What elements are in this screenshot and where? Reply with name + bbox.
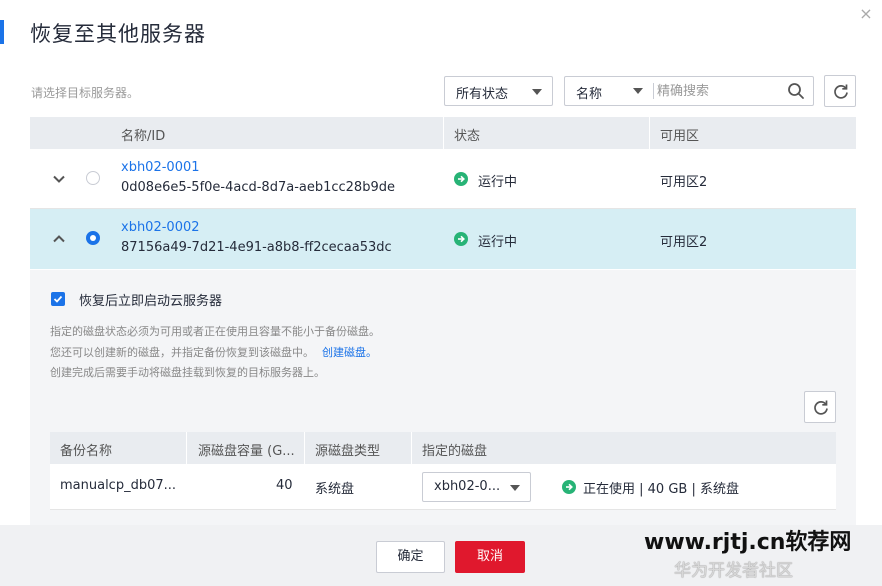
column-divider: [443, 117, 444, 149]
chevron-up-icon[interactable]: [52, 232, 66, 246]
caret-down-icon: [532, 89, 542, 95]
in-use-status-icon: [562, 480, 576, 494]
search-field-select[interactable]: 名称: [565, 77, 653, 105]
server-id: 87156a49-7d21-4e91-a8b8-ff2cecaa53dc: [121, 240, 392, 255]
column-header-target-disk: 指定的磁盘: [422, 444, 488, 459]
refresh-icon: [834, 84, 848, 99]
search-input[interactable]: [657, 78, 777, 104]
column-header-disk-type: 源磁盘类型: [315, 444, 381, 459]
confirm-button[interactable]: 确定: [376, 541, 445, 573]
backup-name: manualcp_db07...: [60, 478, 177, 493]
disk-table: 备份名称 源磁盘容量 (G... 源磁盘类型 指定的磁盘 manualcp_db…: [50, 432, 836, 510]
watermark-weibo: 华为开发者社区: [674, 561, 793, 581]
refresh-servers-button[interactable]: [824, 75, 856, 107]
restore-note-2-wrapper: 您还可以创建新的磁盘，并指定备份恢复到该磁盘中。 创建磁盘。: [50, 344, 377, 360]
check-icon: [53, 295, 63, 303]
caret-down-icon: [633, 88, 643, 94]
column-divider: [649, 117, 650, 149]
server-radio-checked[interactable]: [86, 231, 100, 245]
server-zone: 可用区2: [660, 175, 708, 190]
restore-note-3: 创建完成后需要手动将磁盘挂载到恢复的目标服务器上。: [50, 366, 325, 379]
server-name-link[interactable]: xbh02-0001: [121, 160, 200, 175]
status-filter-select[interactable]: 所有状态: [444, 76, 553, 106]
column-header-status: 状态: [454, 129, 481, 144]
source-disk-type: 系统盘: [315, 482, 355, 497]
server-status: 运行中: [478, 235, 518, 250]
target-disk-select[interactable]: xbh02-0...: [422, 472, 531, 502]
disk-table-header: 备份名称 源磁盘容量 (G... 源磁盘类型 指定的磁盘: [50, 432, 836, 464]
server-id: 0d08e6e5-5f0e-4acd-8d7a-aeb1cc28b9de: [121, 180, 395, 195]
target-disk-status: 正在使用 | 40 GB | 系统盘: [583, 482, 739, 497]
restore-note-1: 指定的磁盘状态必须为可用或者正在使用且容量不能小于备份磁盘。: [50, 325, 380, 338]
source-capacity: 40: [276, 478, 293, 493]
select-server-hint: 请选择目标服务器。: [31, 86, 140, 100]
server-name-link[interactable]: xbh02-0002: [121, 220, 200, 235]
caret-down-icon: [510, 485, 520, 491]
table-row-selected[interactable]: xbh02-0002 87156a49-7d21-4e91-a8b8-ff2ce…: [30, 209, 856, 269]
search-field-value: 名称: [576, 87, 603, 102]
search-icon[interactable]: [787, 82, 805, 100]
watermark-url: www.rjtj.cn软荐网: [644, 530, 852, 555]
start-after-restore-label: 恢复后立即启动云服务器: [79, 294, 223, 309]
restore-dialog: 恢复至其他服务器 × 请选择目标服务器。 所有状态 名称 名称/ID 状态 可用…: [0, 0, 882, 586]
running-status-icon: [454, 232, 468, 246]
server-zone: 可用区2: [660, 235, 708, 250]
status-filter-value: 所有状态: [456, 87, 509, 102]
dialog-title: 恢复至其他服务器: [30, 22, 206, 46]
running-status-icon: [454, 172, 468, 186]
close-icon[interactable]: ×: [858, 6, 874, 22]
cancel-button[interactable]: 取消: [455, 541, 525, 573]
column-divider: [411, 432, 412, 464]
refresh-disks-button[interactable]: [804, 391, 836, 423]
server-status: 运行中: [478, 175, 518, 190]
server-table-header: 名称/ID 状态 可用区: [30, 117, 856, 149]
refresh-icon: [814, 400, 828, 415]
chevron-down-icon[interactable]: [52, 172, 66, 186]
search-group: 名称: [564, 76, 814, 106]
search-divider: [653, 83, 654, 99]
target-disk-value: xbh02-0...: [434, 479, 501, 494]
start-after-restore-checkbox[interactable]: [51, 292, 65, 306]
create-disk-link[interactable]: 创建磁盘。: [322, 346, 377, 359]
restore-note-2: 您还可以创建新的磁盘，并指定备份恢复到该磁盘中。: [50, 346, 314, 359]
column-divider: [304, 432, 305, 464]
table-row[interactable]: xbh02-0001 0d08e6e5-5f0e-4acd-8d7a-aeb1c…: [30, 149, 856, 209]
column-header-capacity: 源磁盘容量 (G...: [198, 444, 295, 459]
column-header-zone: 可用区: [660, 129, 700, 144]
column-header-name: 名称/ID: [121, 129, 166, 144]
table-row: manualcp_db07... 40 系统盘 xbh02-0... 正在使用 …: [50, 464, 836, 510]
column-header-backup-name: 备份名称: [60, 444, 113, 459]
server-radio[interactable]: [86, 171, 100, 185]
title-accent-bar: [0, 20, 4, 44]
column-divider: [186, 432, 187, 464]
restore-options-panel: 恢复后立即启动云服务器 指定的磁盘状态必须为可用或者正在使用且容量不能小于备份磁…: [30, 270, 856, 525]
server-table: 名称/ID 状态 可用区 xbh02-0001 0d08e6e5-5f0e-4a…: [30, 117, 856, 269]
